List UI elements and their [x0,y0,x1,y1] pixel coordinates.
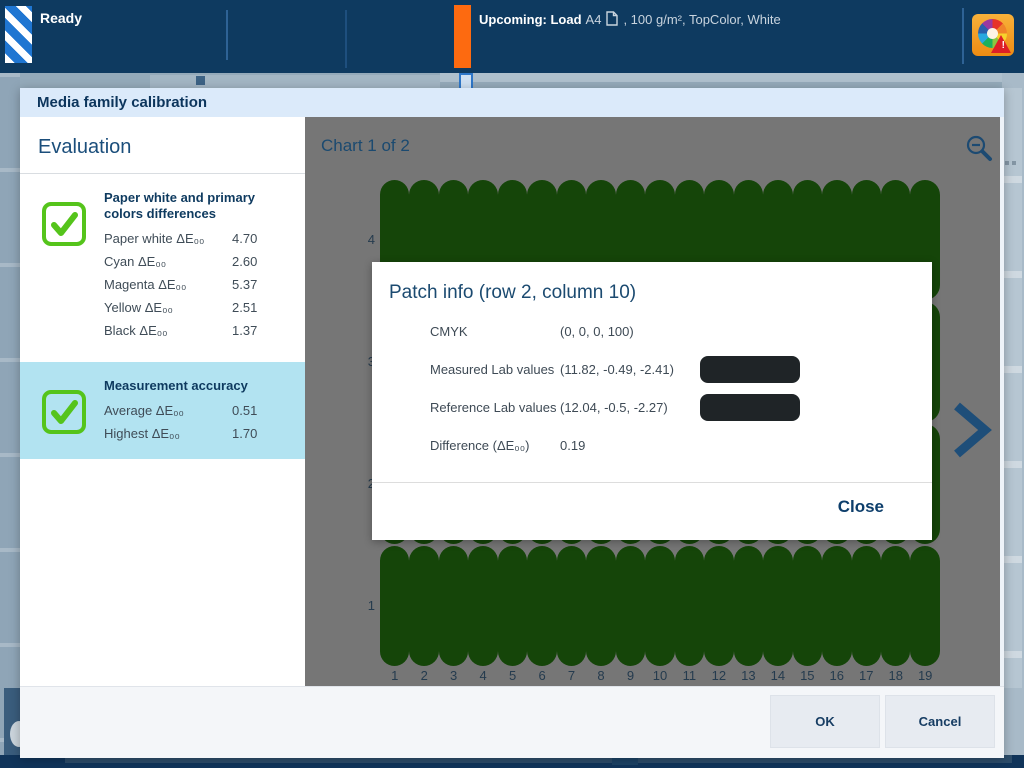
metric-row: Average ΔE₀₀ 0.51 [104,399,297,422]
column-label: 9 [616,668,645,683]
patch[interactable] [527,546,556,666]
patch[interactable] [586,546,615,666]
metric-row: Black ΔE₀₀ 1.37 [104,319,297,342]
patch-info-row: Difference (ΔE₀₀) 0.19 [430,432,932,459]
section-heading: Measurement accuracy [104,378,297,394]
column-label: 7 [557,668,586,683]
row-label: 4 [349,232,375,247]
evaluation-panel: Evaluation Paper white and primary color… [20,117,305,686]
column-label: 18 [881,668,910,683]
column-label: 8 [586,668,615,683]
patch[interactable] [881,546,910,666]
patch-info-title: Patch info (row 2, column 10) [372,262,932,318]
column-label: 19 [910,668,939,683]
patch-info-row: Reference Lab values (12.04, -0.5, -2.27… [430,394,932,421]
patch-info-row: CMYK (0, 0, 0, 100) [430,318,932,345]
column-label: 10 [645,668,674,683]
patch-row [380,546,940,666]
column-label: 3 [439,668,468,683]
evaluation-heading: Evaluation [20,117,305,173]
column-label: 4 [468,668,497,683]
dimmed-background-right [1002,73,1024,768]
color-calibration-alert-button[interactable]: ! [972,14,1014,56]
evaluation-section-measurement-accuracy[interactable]: Measurement accuracy Average ΔE₀₀ 0.51 H… [20,362,305,459]
column-label: 17 [852,668,881,683]
dimmed-background-top [0,73,1024,88]
metric-row: Highest ΔE₀₀ 1.70 [104,422,297,445]
upcoming-details: , 100 g/m², TopColor, White [623,12,780,27]
column-label: 15 [793,668,822,683]
patch[interactable] [380,546,409,666]
column-label: 11 [675,668,704,683]
column-labels: 12345678910111213141516171819 [380,668,940,683]
patch[interactable] [852,546,881,666]
close-button[interactable]: Close [832,496,890,518]
check-icon [42,202,86,246]
topbar-divider [962,8,964,64]
ok-button[interactable]: OK [770,695,880,748]
topbar-divider [226,10,228,60]
metric-row: Magenta ΔE₀₀ 5.37 [104,273,297,296]
patch[interactable] [675,546,704,666]
app-root: Ready Upcoming: Load A4 , 100 g/m², TopC… [0,0,1024,768]
column-label: 6 [527,668,556,683]
metric-row: Paper white ΔE₀₀ 4.70 [104,227,297,250]
patch[interactable] [763,546,792,666]
patch[interactable] [793,546,822,666]
patch[interactable] [409,546,438,666]
column-label: 12 [704,668,733,683]
warning-exclamation: ! [1002,40,1005,51]
section-heading: Paper white and primary colors differenc… [104,190,297,222]
patch[interactable] [822,546,851,666]
patch[interactable] [645,546,674,666]
printer-status-text: Ready [40,10,82,26]
upcoming-job-text: Upcoming: Load A4 , 100 g/m², TopColor, … [479,11,781,28]
patch-info-row: Measured Lab values (11.82, -0.49, -2.41… [430,356,932,383]
patch[interactable] [910,546,939,666]
divider [372,482,932,483]
dialog-title: Media family calibration [20,88,1004,117]
next-chart-button[interactable] [947,401,995,461]
evaluation-section-paper-white[interactable]: Paper white and primary colors differenc… [20,174,305,356]
patch[interactable] [439,546,468,666]
patch[interactable] [734,546,763,666]
lab-swatch [700,356,800,383]
dialog-footer: OK Cancel [20,686,1004,758]
check-icon [42,390,86,434]
dimmed-background-left [0,73,20,768]
upcoming-media: A4 [586,12,602,27]
cancel-button[interactable]: Cancel [885,695,995,748]
sheet-icon [606,11,618,26]
zoom-out-button[interactable] [963,133,995,165]
patch-info-dialog: Patch info (row 2, column 10) CMYK (0, 0… [372,262,932,540]
upcoming-label: Upcoming: Load [479,12,582,27]
patch[interactable] [616,546,645,666]
patch[interactable] [468,546,497,666]
column-label: 1 [380,668,409,683]
metric-row: Cyan ΔE₀₀ 2.60 [104,250,297,273]
patch[interactable] [557,546,586,666]
column-label: 5 [498,668,527,683]
lab-swatch [700,394,800,421]
metric-row: Yellow ΔE₀₀ 2.51 [104,296,297,319]
top-status-bar: Ready Upcoming: Load A4 , 100 g/m², TopC… [0,0,1024,73]
dialog-right-edge [1000,117,1004,686]
chevron-right-icon [949,401,993,459]
row-label: 1 [349,598,375,613]
media-loading-icon [5,6,32,63]
column-label: 16 [822,668,851,683]
patch[interactable] [704,546,733,666]
column-label: 13 [734,668,763,683]
column-label: 14 [763,668,792,683]
column-label: 2 [409,668,438,683]
topbar-divider [345,10,347,68]
upcoming-job-indicator [454,5,471,68]
zoom-out-icon [965,134,993,162]
patch[interactable] [498,546,527,666]
